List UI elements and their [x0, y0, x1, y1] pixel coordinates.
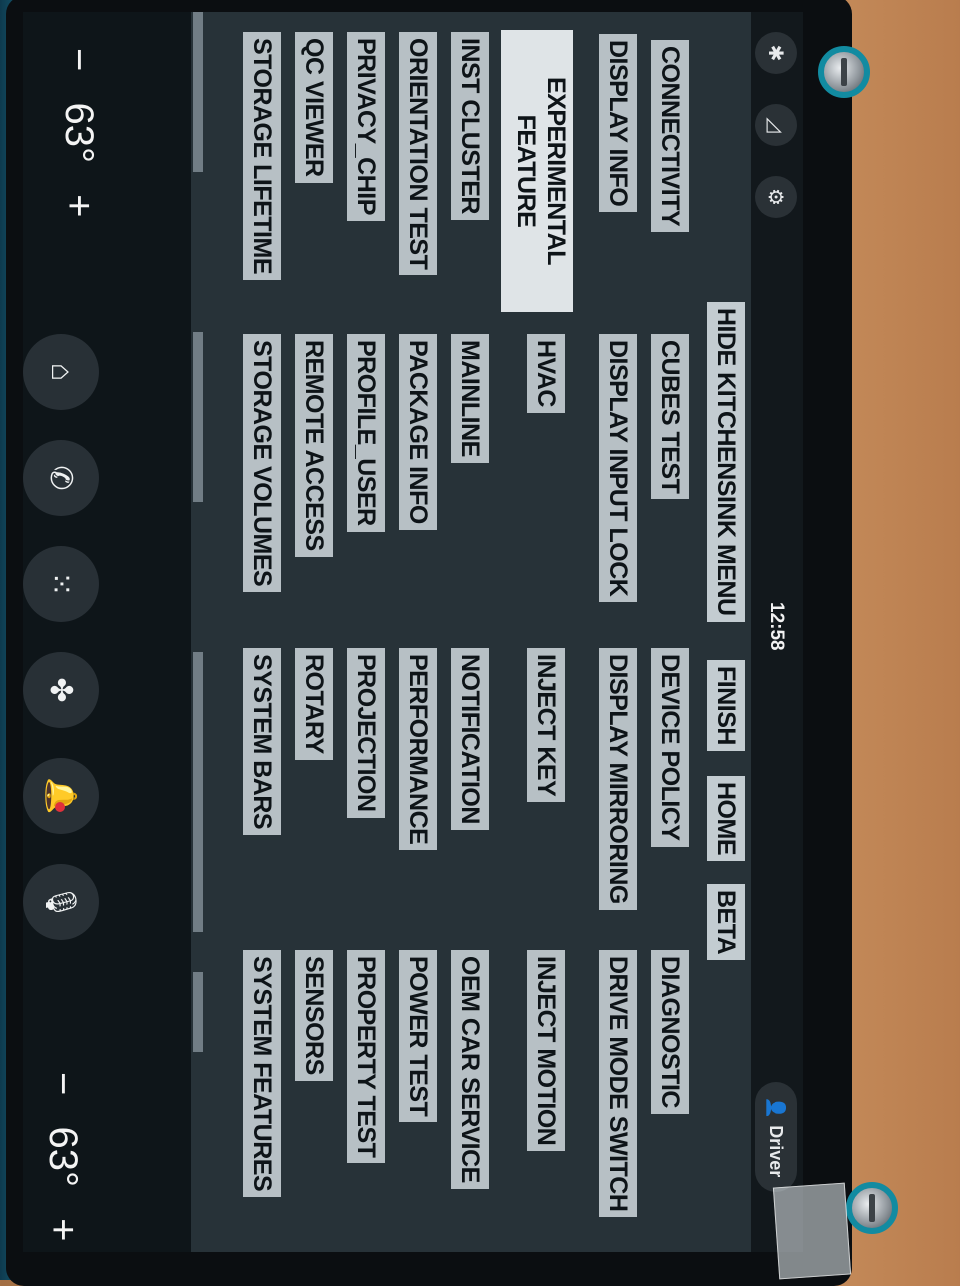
signal-icon[interactable]: ◿ — [755, 104, 797, 146]
system-navigation-bar: − 63° + ⌂ ✆ ⁙ ✤ 🔔 🎙 − 63° + — [23, 12, 191, 1252]
notification-bell-icon[interactable]: 🔔 — [23, 758, 99, 834]
list-scrollbar-3[interactable] — [193, 972, 203, 1052]
microphone-icon[interactable]: 🎙 — [23, 864, 99, 940]
user-icon: 👤 — [766, 1096, 787, 1120]
settings-icon[interactable]: ⚙ — [755, 176, 797, 218]
fan-icon[interactable]: ✤ — [23, 652, 99, 728]
beta-button[interactable]: BETA — [707, 884, 745, 961]
menu-package-info[interactable]: PACKAGE INFO — [399, 334, 437, 530]
menu-rotary[interactable]: ROTARY — [295, 648, 333, 760]
sidebar-item-inst-cluster[interactable]: INST CLUSTER — [451, 32, 489, 220]
list-scrollbar[interactable] — [193, 332, 203, 502]
menu-drive-mode-switch[interactable]: DRIVE MODE SWITCH — [599, 950, 637, 1218]
home-icon[interactable]: ⌂ — [23, 334, 99, 410]
bluetooth-icon[interactable]: ✱ — [755, 32, 797, 74]
menu-notification[interactable]: NOTIFICATION — [451, 648, 489, 830]
menu-diagnostic[interactable]: DIAGNOSTIC — [651, 950, 689, 1114]
menu-hvac[interactable]: HVAC — [527, 334, 565, 413]
menu-remote-access[interactable]: REMOTE ACCESS — [295, 334, 333, 557]
list-scrollbar-2[interactable] — [193, 652, 203, 932]
car-display-screen: ✱ ◿ ⚙ 12:58 👤 Driver HIDE KITCHENSINK ME… — [23, 12, 803, 1252]
passenger-temp-value: 63° — [41, 1126, 85, 1187]
profile-label: Driver — [766, 1125, 787, 1178]
menu-system-features[interactable]: SYSTEM FEATURES — [243, 950, 281, 1198]
driver-temperature-control: − 63° + — [56, 38, 101, 227]
driver-temp-increase-button[interactable]: + — [57, 194, 101, 217]
driver-temp-value: 63° — [57, 102, 101, 163]
menu-display-input-lock[interactable]: DISPLAY INPUT LOCK — [599, 334, 637, 603]
status-bar: ✱ ◿ ⚙ 12:58 👤 Driver — [751, 12, 803, 1252]
menu-system-bars[interactable]: SYSTEM BARS — [243, 648, 281, 836]
sidebar-scrollbar[interactable] — [193, 12, 203, 172]
kitchensink-app: HIDE KITCHENSINK MENU FINISH HOME BETA C… — [191, 12, 751, 1252]
menu-sensors[interactable]: SENSORS — [295, 950, 333, 1081]
menu-cubes-test[interactable]: CUBES TEST — [651, 334, 689, 500]
menu-display-mirroring[interactable]: DISPLAY MIRRORING — [599, 648, 637, 910]
sidebar-item-storage-lifetime[interactable]: STORAGE LIFETIME — [243, 32, 281, 280]
menu-oem-car-service[interactable]: OEM CAR SERVICE — [451, 950, 489, 1189]
menu-property-test[interactable]: PROPERTY TEST — [347, 950, 385, 1164]
sidebar-item-privacy-chip[interactable]: PRIVACY_CHIP — [347, 32, 385, 221]
menu-storage-volumes[interactable]: STORAGE VOLUMES — [243, 334, 281, 593]
menu-inject-key[interactable]: INJECT KEY — [527, 648, 565, 803]
profile-chip[interactable]: 👤 Driver — [755, 1082, 797, 1192]
menu-performance[interactable]: PERFORMANCE — [399, 648, 437, 851]
notification-dot — [55, 802, 65, 812]
sidebar-item-qc-viewer[interactable]: QC VIEWER — [295, 32, 333, 183]
home-button[interactable]: HOME — [707, 776, 745, 861]
passenger-temp-decrease-button[interactable]: − — [41, 1072, 85, 1095]
menu-projection[interactable]: PROJECTION — [347, 648, 385, 818]
driver-temp-decrease-button[interactable]: − — [57, 48, 101, 71]
menu-power-test[interactable]: POWER TEST — [399, 950, 437, 1123]
menu-device-policy[interactable]: DEVICE POLICY — [651, 648, 689, 847]
clock: 12:58 — [766, 602, 787, 651]
screw-top — [818, 46, 870, 98]
sidebar-item-experimental-feature[interactable]: EXPERIMENTAL FEATURE — [501, 30, 573, 312]
app-grid-icon[interactable]: ⁙ — [23, 546, 99, 622]
sidebar-item-orientation-test[interactable]: ORIENTATION TEST — [399, 32, 437, 276]
passenger-temp-increase-button[interactable]: + — [41, 1218, 85, 1241]
tape-strip — [772, 1182, 852, 1280]
phone-icon[interactable]: ✆ — [23, 440, 99, 516]
screw-bottom — [846, 1182, 898, 1234]
passenger-temperature-control: − 63° + — [40, 1062, 85, 1251]
menu-profile-user[interactable]: PROFILE_USER — [347, 334, 385, 532]
sidebar-item-display-info[interactable]: DISPLAY INFO — [599, 34, 637, 213]
finish-button[interactable]: FINISH — [707, 660, 745, 751]
sidebar-item-connectivity[interactable]: CONNECTIVITY — [651, 40, 689, 233]
menu-mainline[interactable]: MAINLINE — [451, 334, 489, 463]
menu-inject-motion[interactable]: INJECT MOTION — [527, 950, 565, 1152]
hide-kitchensink-menu-button[interactable]: HIDE KITCHENSINK MENU — [707, 302, 745, 622]
